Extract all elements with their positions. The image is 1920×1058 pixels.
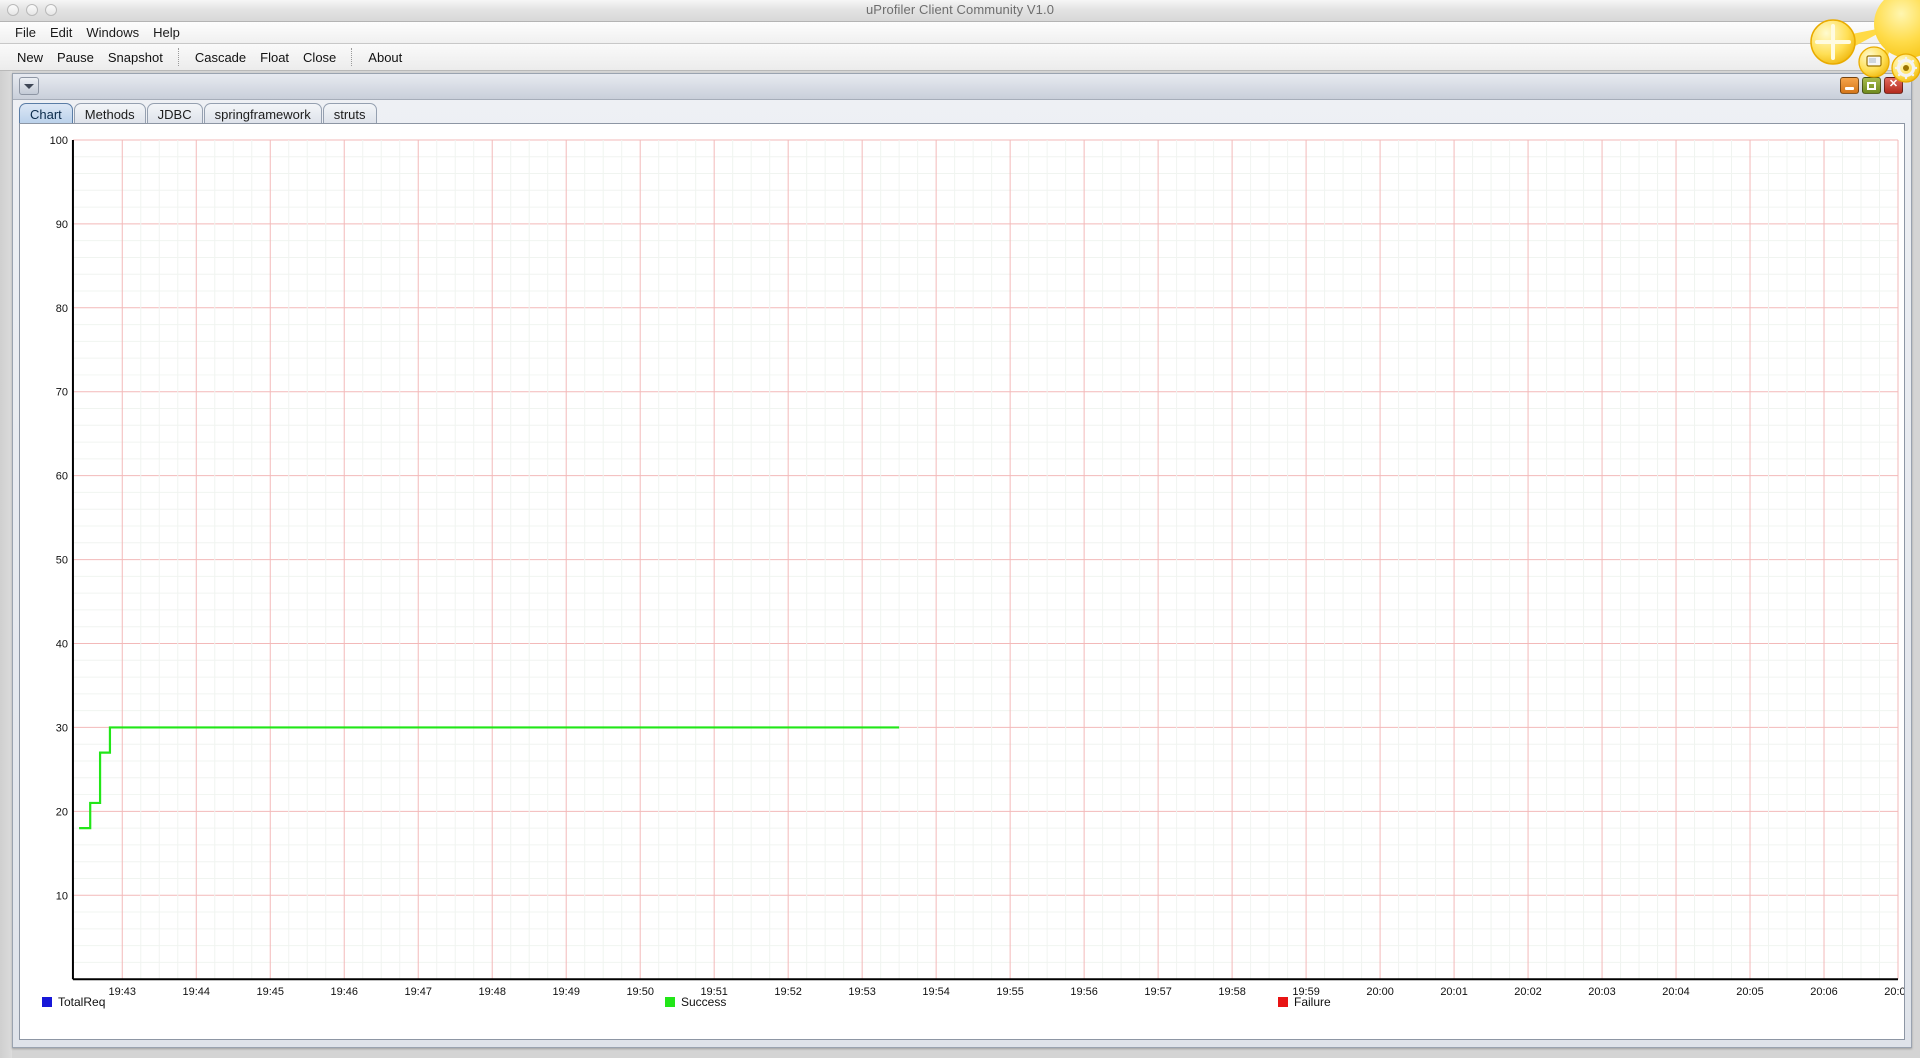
svg-text:19:55: 19:55 [996, 986, 1023, 998]
legend-label-failure: Failure [1294, 995, 1331, 1009]
svg-text:19:56: 19:56 [1070, 986, 1097, 998]
svg-text:19:48: 19:48 [478, 986, 505, 998]
svg-text:20:04: 20:04 [1662, 986, 1689, 998]
svg-text:19:53: 19:53 [848, 986, 875, 998]
tab-jdbc-label: JDBC [157, 106, 192, 122]
legend-swatch-success [665, 997, 675, 1007]
toolbar-pause-button[interactable]: Pause [50, 48, 101, 67]
svg-text:30: 30 [56, 722, 68, 734]
svg-text:20:05: 20:05 [1736, 986, 1763, 998]
legend-swatch-totalreq [42, 997, 52, 1007]
toolbar-new-button[interactable]: New [10, 48, 50, 67]
svg-text:60: 60 [56, 471, 68, 483]
internal-frame: ✕ Chart Methods JDBC springframework str… [12, 73, 1912, 1048]
svg-text:80: 80 [56, 303, 68, 315]
internal-frame-controls: ✕ [1840, 77, 1903, 94]
svg-text:40: 40 [56, 638, 68, 650]
svg-text:20:02: 20:02 [1514, 986, 1541, 998]
restore-glyph [1867, 81, 1876, 90]
svg-text:20:03: 20:03 [1588, 986, 1615, 998]
menubar: File Edit Windows Help [0, 22, 1920, 44]
svg-text:20:01: 20:01 [1440, 986, 1467, 998]
toolbar-cascade-button[interactable]: Cascade [188, 48, 253, 67]
chart-panel: 19:43 19:44 19:45 19:46 19:47 19:48 19:49 19:50… [19, 123, 1905, 1040]
tab-chart[interactable]: Chart [19, 103, 73, 124]
toolbar-about-button[interactable]: About [361, 48, 409, 67]
minimize-glyph [1845, 86, 1854, 90]
mdi-desktop: ✕ Chart Methods JDBC springframework str… [0, 71, 1920, 1058]
window-titlebar: uProfiler Client Community V1.0 [0, 0, 1920, 22]
svg-text:19:57: 19:57 [1144, 986, 1171, 998]
svg-text:20:06: 20:06 [1810, 986, 1837, 998]
legend-swatch-failure [1278, 997, 1288, 1007]
tab-jdbc[interactable]: JDBC [146, 103, 203, 124]
tab-methods-label: Methods [84, 106, 135, 122]
toolbar-float-button[interactable]: Float [253, 48, 296, 67]
svg-text:50: 50 [56, 555, 68, 567]
close-icon[interactable]: ✕ [1884, 77, 1903, 94]
svg-text:19:58: 19:58 [1218, 986, 1245, 998]
menu-item-file[interactable]: File [8, 24, 43, 41]
svg-text:20: 20 [56, 806, 68, 818]
window-title: uProfiler Client Community V1.0 [865, 2, 1055, 17]
svg-text:20:00: 20:00 [1366, 986, 1393, 998]
menu-item-windows[interactable]: Windows [79, 24, 146, 41]
toolbar-separator-2 [351, 48, 353, 66]
tab-chart-label: Chart [30, 106, 62, 122]
chevron-down-icon[interactable] [19, 77, 39, 95]
tab-methods[interactable]: Methods [73, 103, 146, 124]
tabstrip: Chart Methods JDBC springframework strut… [19, 100, 1905, 124]
tab-springframework[interactable]: springframework [203, 103, 322, 124]
svg-text:100: 100 [50, 135, 68, 147]
tab-springframework-label: springframework [214, 106, 311, 122]
close-glyph: ✕ [1888, 78, 1899, 90]
tab-struts-label: struts [333, 106, 366, 122]
internal-frame-titlebar: ✕ [13, 74, 1911, 100]
svg-text:19:45: 19:45 [257, 986, 284, 998]
application-window: uProfiler Client Community V1.0 File Edi… [0, 0, 1920, 1058]
svg-text:20:07: 20:07 [1884, 986, 1904, 998]
toolbar-snapshot-button[interactable]: Snapshot [101, 48, 170, 67]
toolbar-close-button[interactable]: Close [296, 48, 343, 67]
svg-text:19:50: 19:50 [626, 986, 653, 998]
svg-text:19:43: 19:43 [109, 986, 136, 998]
minimize-icon[interactable] [1840, 77, 1859, 94]
menu-item-help[interactable]: Help [146, 24, 187, 41]
tab-struts[interactable]: struts [322, 103, 377, 124]
toolbar-separator-1 [177, 48, 180, 66]
svg-text:19:49: 19:49 [552, 986, 579, 998]
svg-text:19:52: 19:52 [774, 986, 801, 998]
menu-item-edit[interactable]: Edit [43, 24, 79, 41]
desktop-left-edge [0, 71, 12, 1058]
plot-area[interactable]: 19:43 19:44 19:45 19:46 19:47 19:48 19:49 19:50… [20, 124, 1904, 1039]
restore-icon[interactable] [1862, 77, 1881, 94]
svg-text:10: 10 [56, 890, 68, 902]
toolbar: New Pause Snapshot Cascade Float Close A… [0, 44, 1920, 71]
chart-svg: 19:43 19:44 19:45 19:46 19:47 19:48 19:49 19:50… [50, 135, 1904, 998]
legend-label-totalreq: TotalReq [58, 995, 106, 1009]
legend-label-success: Success [681, 995, 727, 1009]
svg-text:19:46: 19:46 [330, 986, 357, 998]
svg-text:19:44: 19:44 [183, 986, 210, 998]
svg-text:19:54: 19:54 [922, 986, 949, 998]
svg-text:90: 90 [56, 219, 68, 231]
svg-text:19:47: 19:47 [404, 986, 431, 998]
svg-text:70: 70 [56, 387, 68, 399]
chevron-down-glyph [24, 83, 34, 89]
